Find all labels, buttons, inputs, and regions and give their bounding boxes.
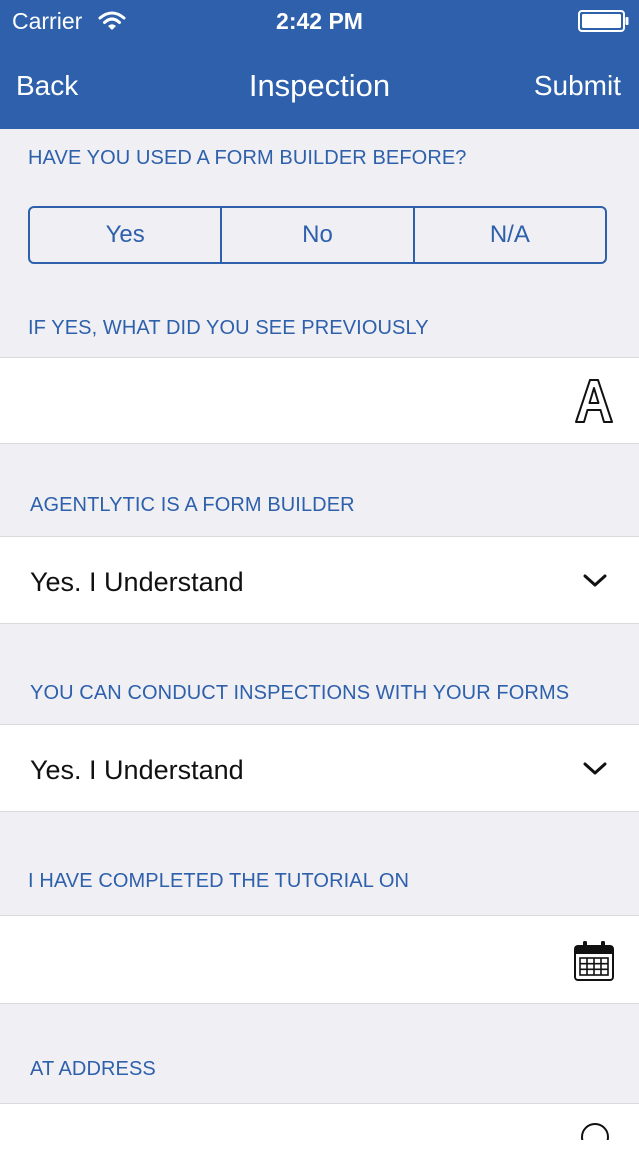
- tutorial-date-field[interactable]: [0, 915, 639, 1004]
- status-bar: Carrier 2:42 PM: [0, 0, 639, 42]
- submit-button[interactable]: Submit: [534, 70, 621, 102]
- calendar-icon: [574, 941, 614, 981]
- location-icon: [581, 1123, 609, 1140]
- form-builder-statement-dropdown[interactable]: Yes. I Understand: [0, 536, 639, 624]
- answer-na-segment[interactable]: N/A: [415, 208, 605, 262]
- previously-seen-text-field[interactable]: [0, 357, 639, 444]
- battery-icon: [578, 10, 629, 32]
- status-time: 2:42 PM: [276, 8, 363, 34]
- form-builder-question-label: HAVE YOU USED A FORM BUILDER BEFORE?: [28, 147, 467, 169]
- address-question-label: AT ADDRESS: [30, 1058, 156, 1080]
- address-field[interactable]: [0, 1103, 639, 1163]
- tutorial-date-question-label: I HAVE COMPLETED THE TUTORIAL ON: [28, 870, 410, 892]
- inspections-statement-dropdown[interactable]: Yes. I Understand: [0, 724, 639, 812]
- navigation-bar: Back Inspection Submit: [0, 42, 639, 129]
- app-header: Carrier 2:42 PM Back Inspection Submit: [0, 0, 639, 129]
- form-builder-answer-segmented-control: Yes No N/A: [28, 206, 607, 264]
- chevron-down-icon: [583, 574, 607, 587]
- inspections-statement-value: Yes. I Understand: [30, 755, 244, 785]
- form-builder-statement-value: Yes. I Understand: [30, 567, 244, 597]
- form-builder-statement-label: AGENTLYTIC IS A FORM BUILDER: [30, 494, 355, 516]
- text-input-icon: [575, 379, 613, 423]
- answer-no-segment[interactable]: No: [222, 208, 415, 262]
- previously-seen-question-label: IF YES, WHAT DID YOU SEE PREVIOUSLY: [28, 317, 429, 339]
- answer-yes-segment[interactable]: Yes: [30, 208, 223, 262]
- chevron-down-icon: [583, 762, 607, 775]
- inspections-statement-label: YOU CAN CONDUCT INSPECTIONS WITH YOUR FO…: [30, 682, 570, 704]
